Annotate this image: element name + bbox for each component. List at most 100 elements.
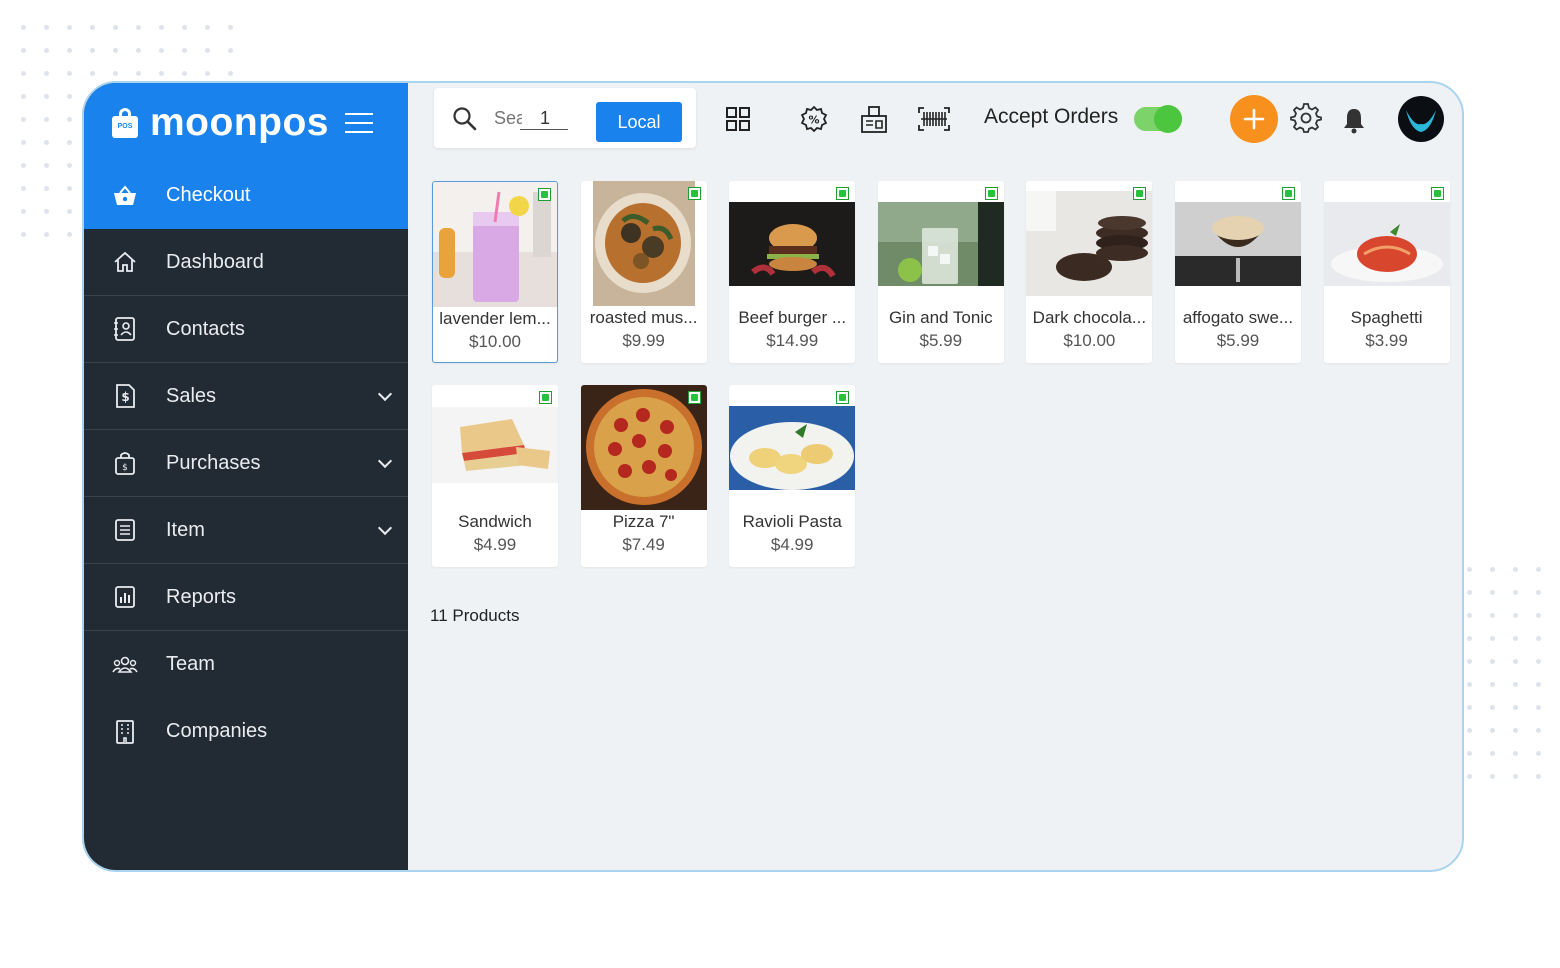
sidebar-item-label: Sales [166, 384, 217, 407]
register-icon[interactable] [858, 103, 890, 135]
product-price: $9.99 [622, 331, 665, 350]
sidebar-item-label: Reports [166, 585, 237, 608]
sidebar-item-contacts[interactable]: Contacts [84, 296, 408, 363]
product-price: $5.99 [919, 331, 963, 350]
basket-icon [112, 183, 138, 209]
product-name: Dark chocola... [1032, 308, 1147, 327]
veg-indicator-icon [687, 187, 701, 200]
product-card[interactable]: lavender lem... $10.00 [432, 181, 558, 363]
sidebar-item-label: Checkout [166, 184, 251, 206]
product-card[interactable]: Pizza 7" $7.49 [580, 385, 707, 567]
sidebar-item-label: Purchases [166, 451, 261, 474]
sidebar-item-label: Companies [166, 720, 268, 742]
bar-chart-icon [112, 584, 138, 610]
address-book-icon [112, 316, 138, 342]
bell-icon[interactable] [1338, 104, 1370, 136]
product-image [432, 407, 558, 483]
chevron-down-icon[interactable] [377, 520, 393, 536]
product-card[interactable]: Beef burger ... $14.99 [729, 181, 856, 363]
product-image [729, 202, 856, 286]
product-name: Gin and Tonic [888, 308, 993, 327]
product-price: $3.99 [1365, 331, 1408, 350]
sidebar-item-team[interactable]: Team [84, 631, 408, 698]
product-card[interactable]: Sandwich $4.99 [432, 385, 558, 567]
sidebar-item-dashboard[interactable]: Dashboard [84, 229, 408, 296]
veg-indicator-icon [1430, 187, 1444, 200]
discount-badge-icon[interactable]: % [798, 103, 830, 135]
product-price: $7.49 [622, 535, 665, 554]
product-name: Ravioli Pasta [742, 512, 842, 531]
avatar[interactable] [1398, 96, 1444, 142]
building-icon [112, 719, 138, 745]
product-image [1174, 202, 1301, 286]
sidebar-item-purchases[interactable]: $ Purchases [84, 430, 408, 497]
sidebar-nav: Checkout Dashboard Contacts $ Sales $ Pu… [84, 162, 408, 765]
product-image [877, 202, 1004, 286]
product-price: $14.99 [766, 331, 819, 350]
checkout-main: Local % Accept Orders [408, 83, 1462, 870]
search-input[interactable] [494, 108, 522, 129]
sidebar-item-label: Item [166, 518, 205, 541]
grid-view-icon[interactable] [722, 103, 754, 135]
sidebar-item-label: Dashboard [166, 250, 264, 273]
sidebar-item-reports[interactable]: Reports [84, 564, 408, 631]
veg-indicator-icon [687, 391, 701, 404]
product-card[interactable]: Spaghetti $3.99 [1323, 181, 1450, 363]
product-price: $4.99 [770, 535, 814, 554]
top-toolbar: Local % Accept Orders [408, 83, 1462, 162]
search-box: Local [434, 88, 696, 148]
sidebar-item-item[interactable]: Item [84, 497, 408, 564]
product-price: $10.00 [1063, 331, 1116, 350]
product-card[interactable]: affogato swe... $5.99 [1174, 181, 1301, 363]
veg-indicator-icon [836, 391, 850, 404]
product-name: Sandwich [458, 512, 532, 531]
product-name: lavender lem... [439, 309, 551, 328]
product-name: roasted mus... [589, 308, 698, 327]
chevron-down-icon[interactable] [377, 453, 393, 469]
search-icon[interactable] [452, 106, 478, 137]
app-window: POS moonpos Checkout Dashboard Contacts … [82, 81, 1464, 872]
sidebar-item-sales[interactable]: $ Sales [84, 363, 408, 430]
product-card[interactable]: Gin and Tonic $5.99 [877, 181, 1004, 363]
home-icon [112, 249, 138, 275]
sidebar-item-checkout[interactable]: Checkout [84, 162, 408, 229]
product-image [592, 181, 695, 306]
shopping-bag-icon: $ [112, 450, 138, 476]
veg-indicator-icon [539, 391, 552, 404]
gear-icon[interactable] [1290, 102, 1322, 134]
sidebar-item-label: Contacts [166, 317, 245, 340]
sidebar: POS moonpos Checkout Dashboard Contacts … [84, 83, 408, 870]
app-name: moonpos [150, 101, 329, 144]
dollar-doc-icon: $ [112, 383, 138, 409]
plus-icon [1243, 108, 1265, 130]
menu-toggle-icon[interactable] [344, 112, 373, 133]
barcode-scanner-icon[interactable] [918, 103, 950, 135]
team-icon [112, 652, 138, 678]
product-image [729, 406, 856, 490]
sidebar-item-label: Team [166, 653, 215, 675]
product-card[interactable]: roasted mus... $9.99 [580, 181, 707, 363]
sidebar-item-companies[interactable]: Companies [84, 698, 408, 765]
product-card[interactable]: Dark chocola... $10.00 [1026, 181, 1153, 363]
brand-bar: POS moonpos [84, 83, 408, 162]
add-button[interactable] [1230, 95, 1278, 143]
quantity-input[interactable] [520, 108, 568, 130]
veg-indicator-icon [1281, 187, 1295, 200]
chevron-down-icon[interactable] [377, 386, 393, 402]
local-button[interactable]: Local [596, 102, 682, 142]
accept-orders-label: Accept Orders [984, 105, 1119, 128]
svg-text:$: $ [121, 390, 129, 404]
product-price: $4.99 [473, 535, 517, 554]
veg-indicator-icon [1133, 187, 1147, 200]
product-name: Spaghetti [1350, 308, 1423, 327]
product-grid: lavender lem... $10.00 roasted mus... $9… [432, 181, 1450, 567]
svg-text:%: % [808, 114, 819, 127]
product-name: Pizza 7" [612, 512, 675, 531]
veg-indicator-icon [836, 187, 850, 200]
product-image [1323, 202, 1450, 286]
accept-orders-toggle[interactable] [1134, 105, 1182, 133]
veg-indicator-icon [538, 188, 551, 201]
product-card[interactable]: Ravioli Pasta $4.99 [729, 385, 856, 567]
product-count: 11 Products [430, 606, 520, 625]
veg-indicator-icon [984, 187, 998, 200]
